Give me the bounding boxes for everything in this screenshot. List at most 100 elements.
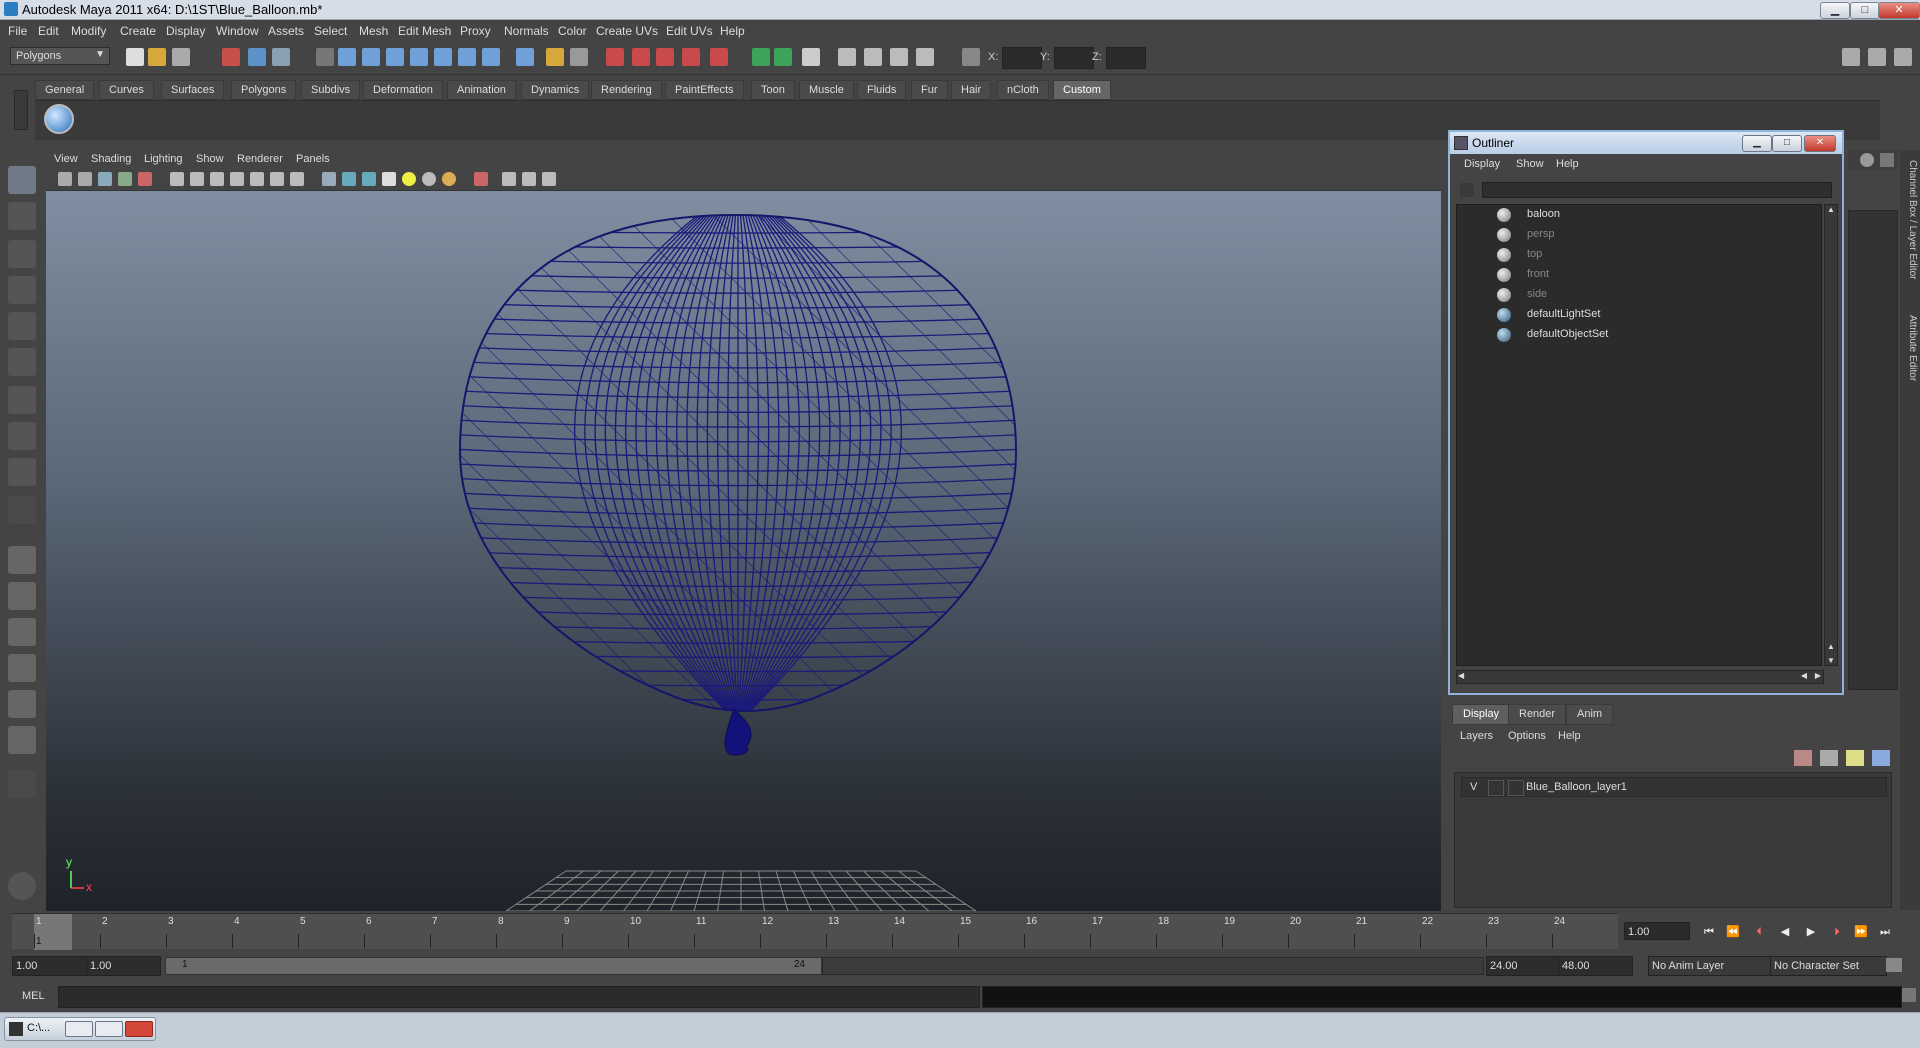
input-ops-icon[interactable] bbox=[752, 48, 770, 66]
safe-action-icon[interactable] bbox=[270, 172, 284, 186]
auto-key-icon[interactable] bbox=[1886, 958, 1902, 972]
scroll-up-icon[interactable]: ▲ bbox=[1827, 642, 1835, 651]
menu-select[interactable]: Select bbox=[314, 24, 347, 38]
output-ops-icon[interactable] bbox=[774, 48, 792, 66]
gate-mask-icon[interactable] bbox=[230, 172, 244, 186]
select-tool-icon[interactable] bbox=[8, 166, 36, 194]
new-layer-from-selection-icon[interactable] bbox=[1820, 750, 1838, 766]
anim-layer-selector[interactable]: No Anim Layer bbox=[1648, 956, 1773, 976]
outliner-menu-display[interactable]: Display bbox=[1464, 158, 1500, 170]
filter-icon[interactable] bbox=[1460, 183, 1474, 197]
scroll-left-icon[interactable]: ◀ bbox=[1801, 671, 1807, 680]
shelf-tab-animation[interactable]: Animation bbox=[447, 80, 516, 100]
manipulator-tool-icon[interactable] bbox=[8, 386, 36, 414]
snap-curve-icon[interactable] bbox=[632, 48, 650, 66]
menu-create[interactable]: Create bbox=[120, 24, 156, 38]
play-forwards-icon[interactable]: ▶ bbox=[1802, 924, 1820, 940]
channel-filter-icon[interactable] bbox=[1860, 153, 1874, 167]
play-backwards-icon[interactable]: ◀ bbox=[1776, 924, 1794, 940]
resolution-gate-icon[interactable] bbox=[210, 172, 224, 186]
layer-menu-layers[interactable]: Layers bbox=[1460, 730, 1493, 742]
layer-visibility-toggle[interactable]: V bbox=[1470, 781, 1477, 793]
high-quality-icon[interactable] bbox=[442, 172, 456, 186]
last-tool-icon[interactable] bbox=[8, 496, 36, 524]
attribute-editor-toggle-icon[interactable] bbox=[1842, 48, 1860, 66]
lasso-tool-icon[interactable] bbox=[8, 202, 36, 230]
render-view-icon[interactable] bbox=[838, 48, 856, 66]
step-forward-frame-icon[interactable]: ⏩ bbox=[1852, 924, 1870, 940]
taskbar-close-icon[interactable] bbox=[125, 1021, 153, 1037]
outliner-maximize-button[interactable]: □ bbox=[1772, 135, 1802, 152]
layer-color-swatch[interactable] bbox=[1508, 780, 1524, 796]
scroll-right-icon[interactable]: ▶ bbox=[1815, 671, 1821, 680]
shelf-tab-curves[interactable]: Curves bbox=[99, 80, 154, 100]
camera-select-icon[interactable] bbox=[58, 172, 72, 186]
layer-tab-render[interactable]: Render bbox=[1508, 704, 1567, 725]
shelf-tab-fur[interactable]: Fur bbox=[911, 80, 948, 100]
animation-end-time[interactable]: 48.00 bbox=[1558, 956, 1633, 976]
brush-icon[interactable] bbox=[1880, 153, 1894, 167]
shelf-tab-dynamics[interactable]: Dynamics bbox=[521, 80, 590, 100]
snap-point-icon[interactable] bbox=[656, 48, 674, 66]
viewport-menu-panels[interactable]: Panels bbox=[296, 153, 330, 165]
menu-edit[interactable]: Edit bbox=[38, 24, 59, 38]
list-item[interactable]: baloon bbox=[1457, 205, 1817, 225]
playback-start-time[interactable]: 1.00 bbox=[86, 956, 161, 976]
scale-tool-icon[interactable] bbox=[8, 348, 36, 376]
shelf-tab-muscle[interactable]: Muscle bbox=[799, 80, 854, 100]
shadows-icon[interactable] bbox=[422, 172, 436, 186]
tab-channel-box-layer-editor[interactable]: Channel Box / Layer Editor bbox=[1902, 160, 1918, 290]
y-field[interactable] bbox=[1054, 47, 1094, 69]
construction-history-icon[interactable] bbox=[802, 48, 820, 66]
persp-outliner-layout-icon[interactable] bbox=[8, 618, 36, 646]
step-back-frame-icon[interactable]: ⏪ bbox=[1724, 924, 1742, 940]
taskbar-item[interactable]: C:\... bbox=[4, 1017, 156, 1041]
xray-joints-icon[interactable] bbox=[522, 172, 536, 186]
rotate-tool-icon[interactable] bbox=[8, 312, 36, 340]
shelf-tab-custom[interactable]: Custom bbox=[1053, 80, 1111, 100]
go-to-start-icon[interactable]: ⏮ bbox=[1700, 924, 1718, 940]
maya-hand-icon[interactable] bbox=[8, 872, 36, 900]
xray-icon[interactable] bbox=[502, 172, 516, 186]
command-language-label[interactable]: MEL bbox=[22, 990, 45, 1002]
shelf-tab-painteffects[interactable]: PaintEffects bbox=[665, 80, 744, 100]
use-all-lights-icon[interactable] bbox=[402, 172, 416, 186]
render-settings-icon[interactable] bbox=[916, 48, 934, 66]
select-rendering-icon[interactable] bbox=[482, 48, 500, 66]
isolate-select-icon[interactable] bbox=[474, 172, 488, 186]
list-item[interactable]: persp bbox=[1457, 225, 1817, 245]
pick-mask-icon[interactable] bbox=[316, 48, 334, 66]
outliner-menu-show[interactable]: Show bbox=[1516, 158, 1544, 170]
camera-attributes-icon[interactable] bbox=[78, 172, 92, 186]
persp-graph-layout-icon[interactable] bbox=[8, 654, 36, 682]
menu-window[interactable]: Window bbox=[216, 24, 259, 38]
ipr-render-icon[interactable] bbox=[890, 48, 908, 66]
paint-select-icon[interactable] bbox=[8, 240, 36, 268]
persp-graph-hypergraph-layout-icon[interactable] bbox=[8, 726, 36, 754]
outliner-close-button[interactable]: ✕ bbox=[1804, 135, 1836, 152]
shelf-tab-general[interactable]: General bbox=[35, 80, 95, 100]
menu-proxy[interactable]: Proxy bbox=[460, 24, 491, 38]
viewport-menu-lighting[interactable]: Lighting bbox=[144, 153, 183, 165]
safe-title-icon[interactable] bbox=[290, 172, 304, 186]
step-back-key-icon[interactable]: ⏴ bbox=[1750, 924, 1768, 940]
four-view-layout-icon[interactable] bbox=[8, 582, 36, 610]
minimize-button[interactable]: ▁ bbox=[1820, 2, 1850, 19]
shelf-tab-deformation[interactable]: Deformation bbox=[363, 80, 443, 100]
perspective-viewport[interactable]: y x bbox=[46, 191, 1441, 911]
snap-grid-icon[interactable] bbox=[606, 48, 624, 66]
taskbar-maximize-icon[interactable] bbox=[95, 1021, 123, 1037]
select-component-icon[interactable] bbox=[272, 48, 290, 66]
menu-create-uvs[interactable]: Create UVs bbox=[596, 24, 658, 38]
viewport-menu-view[interactable]: View bbox=[54, 153, 78, 165]
layer-tab-anim[interactable]: Anim bbox=[1566, 704, 1614, 725]
list-item[interactable]: defaultObjectSet bbox=[1457, 325, 1817, 345]
select-handles-icon[interactable] bbox=[338, 48, 356, 66]
add-to-layer-icon[interactable] bbox=[1846, 750, 1864, 766]
viewport-menu-shading[interactable]: Shading bbox=[91, 153, 131, 165]
wireframe-icon[interactable] bbox=[322, 172, 336, 186]
viewport-menu-show[interactable]: Show bbox=[196, 153, 224, 165]
layout-options-icon[interactable] bbox=[8, 770, 36, 798]
outliner-horizontal-scrollbar[interactable]: ◀ ◀ ▶ bbox=[1456, 670, 1824, 684]
menu-normals[interactable]: Normals bbox=[504, 24, 549, 38]
